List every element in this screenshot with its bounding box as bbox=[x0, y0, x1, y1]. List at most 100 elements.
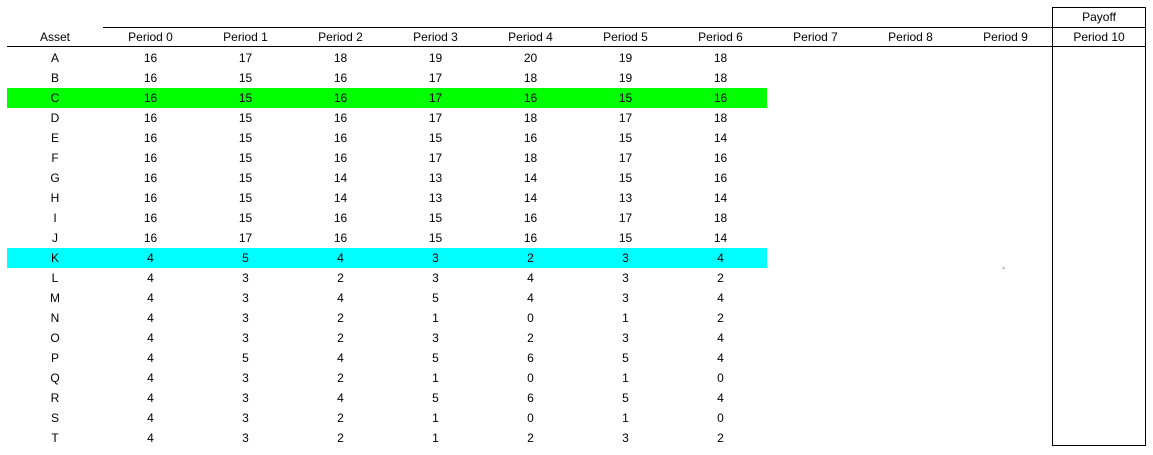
value-cell: 4 bbox=[337, 291, 344, 305]
value-cell: 17 bbox=[238, 231, 253, 245]
value-cell: 2 bbox=[717, 311, 724, 325]
value-cell: 15 bbox=[238, 111, 253, 125]
value-cell: 3 bbox=[242, 291, 249, 305]
value-cell: 15 bbox=[428, 211, 443, 225]
value-cell: 15 bbox=[238, 171, 253, 185]
value-cell: 15 bbox=[618, 171, 633, 185]
asset-label: O bbox=[50, 331, 60, 345]
asset-label: M bbox=[50, 291, 60, 305]
asset-label: F bbox=[51, 151, 59, 165]
value-cell: 1 bbox=[432, 371, 439, 385]
value-cell: 2 bbox=[717, 431, 724, 445]
table-row: E 16 15 16 15 16 15 14 bbox=[7, 128, 767, 148]
value-cell: 4 bbox=[147, 311, 154, 325]
asset-label: B bbox=[50, 71, 59, 85]
period-header-9: Period 9 bbox=[983, 30, 1028, 44]
value-cell: 1 bbox=[432, 411, 439, 425]
value-cell: 17 bbox=[238, 51, 253, 65]
value-cell: 4 bbox=[717, 331, 724, 345]
asset-label: C bbox=[50, 91, 60, 105]
value-cell: 16 bbox=[143, 71, 158, 85]
value-cell: 5 bbox=[622, 391, 629, 405]
value-cell: 14 bbox=[333, 171, 348, 185]
value-cell: 16 bbox=[713, 171, 728, 185]
value-cell: 14 bbox=[713, 131, 728, 145]
table-row: T 4 3 2 1 2 3 2 bbox=[7, 428, 767, 448]
value-cell: 17 bbox=[428, 91, 443, 105]
value-cell: 2 bbox=[337, 371, 344, 385]
asset-label: G bbox=[50, 171, 60, 185]
table-row: I 16 15 16 15 16 17 18 bbox=[7, 208, 767, 228]
value-cell: 20 bbox=[523, 51, 538, 65]
value-cell: 1 bbox=[622, 311, 629, 325]
table-row: R 4 3 4 5 6 5 4 bbox=[7, 388, 767, 408]
value-cell: 16 bbox=[333, 211, 348, 225]
value-cell: 16 bbox=[143, 111, 158, 125]
value-cell: 13 bbox=[618, 191, 633, 205]
value-cell: 15 bbox=[238, 91, 253, 105]
value-cell: 3 bbox=[242, 311, 249, 325]
value-cell: 3 bbox=[432, 331, 439, 345]
value-cell: 4 bbox=[147, 331, 154, 345]
value-cell: 17 bbox=[618, 211, 633, 225]
asset-column-header: Asset bbox=[39, 30, 70, 44]
asset-label: J bbox=[52, 231, 58, 245]
value-cell: 15 bbox=[238, 191, 253, 205]
period-header-6: Period 6 bbox=[698, 30, 743, 44]
value-cell: 4 bbox=[717, 351, 724, 365]
value-cell: 14 bbox=[333, 191, 348, 205]
value-cell: 16 bbox=[523, 131, 538, 145]
value-cell: 1 bbox=[622, 371, 629, 385]
value-cell: 4 bbox=[147, 351, 154, 365]
value-cell: 4 bbox=[337, 251, 344, 265]
payoff-column-box bbox=[1052, 7, 1146, 446]
value-cell: 3 bbox=[242, 331, 249, 345]
value-cell: 13 bbox=[428, 171, 443, 185]
value-cell: 5 bbox=[622, 351, 629, 365]
asset-label: H bbox=[50, 191, 60, 205]
period-header-2: Period 2 bbox=[318, 30, 363, 44]
table-row: M 4 3 4 5 4 3 4 bbox=[7, 288, 767, 308]
value-cell: 15 bbox=[428, 231, 443, 245]
value-cell: 18 bbox=[523, 111, 538, 125]
value-cell: 3 bbox=[432, 251, 439, 265]
asset-label: K bbox=[50, 251, 59, 265]
value-cell: 4 bbox=[147, 291, 154, 305]
value-cell: 0 bbox=[527, 371, 534, 385]
value-cell: 4 bbox=[147, 431, 154, 445]
value-cell: 4 bbox=[717, 391, 724, 405]
value-cell: 15 bbox=[428, 131, 443, 145]
value-cell: 0 bbox=[717, 411, 724, 425]
table-row: N 4 3 2 1 0 1 2 bbox=[7, 308, 767, 328]
value-cell: 19 bbox=[428, 51, 443, 65]
value-cell: 3 bbox=[622, 291, 629, 305]
value-cell: 5 bbox=[432, 291, 439, 305]
value-cell: 0 bbox=[527, 311, 534, 325]
period-header-3: Period 3 bbox=[413, 30, 458, 44]
table-row: Q 4 3 2 1 0 1 0 bbox=[7, 368, 767, 388]
asset-label: A bbox=[50, 51, 59, 65]
value-cell: 16 bbox=[333, 111, 348, 125]
stray-mark: ` bbox=[1002, 267, 1006, 278]
table-row: G 16 15 14 13 14 15 16 bbox=[7, 168, 767, 188]
period-header-1: Period 1 bbox=[223, 30, 268, 44]
period-header-8: Period 8 bbox=[888, 30, 933, 44]
value-cell: 16 bbox=[143, 211, 158, 225]
payoff-period-header: Period 10 bbox=[1073, 30, 1125, 44]
period-header-0: Period 0 bbox=[128, 30, 173, 44]
value-cell: 5 bbox=[432, 391, 439, 405]
value-cell: 18 bbox=[713, 111, 728, 125]
value-cell: 14 bbox=[713, 231, 728, 245]
table-row: A 16 17 18 19 20 19 18 bbox=[7, 48, 767, 68]
header-top-rule bbox=[103, 27, 1053, 28]
asset-label: E bbox=[50, 131, 59, 145]
asset-label: Q bbox=[50, 371, 60, 385]
value-cell: 16 bbox=[333, 151, 348, 165]
value-cell: 16 bbox=[143, 51, 158, 65]
value-cell: 2 bbox=[337, 331, 344, 345]
value-cell: 15 bbox=[618, 91, 633, 105]
value-cell: 16 bbox=[713, 91, 728, 105]
value-cell: 16 bbox=[713, 151, 728, 165]
value-cell: 0 bbox=[527, 411, 534, 425]
value-cell: 16 bbox=[333, 131, 348, 145]
